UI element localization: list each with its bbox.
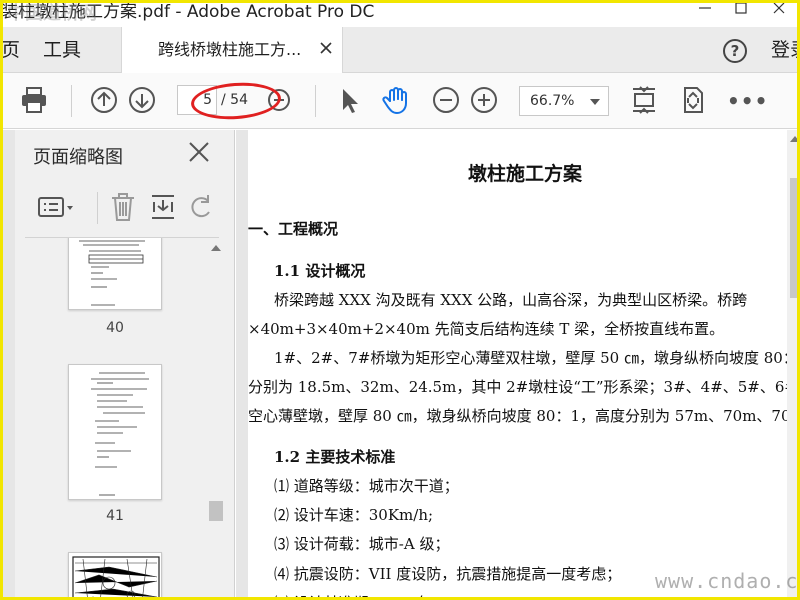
sign-in-link[interactable]: 登录 (771, 27, 797, 73)
tab-bar: 页 工具 跨线桥墩柱施工方... ? 登录 (3, 27, 797, 74)
subsection-heading: 1.1 设计概况 (274, 262, 366, 280)
scrollbar-thumb[interactable] (790, 178, 797, 298)
paragraph-line: 分别为 18.5m、32m、24.5m，其中 2#墩柱设“工”形系梁；3#、4#… (248, 378, 800, 396)
page-thumbnail-42[interactable] (68, 552, 162, 597)
tab-document[interactable]: 跨线桥墩柱施工方... (121, 27, 343, 74)
subsection-heading: 1.2 主要技术标准 (274, 448, 396, 466)
pane-title: 页面缩略图 (33, 147, 123, 168)
zoom-select[interactable]: 66.7% (519, 86, 609, 116)
print-icon[interactable] (19, 85, 49, 115)
watermark-bottom: www.cndao.com (655, 569, 799, 593)
document-page: 墩柱施工方案 一、工程概况 1.1 设计概况 桥梁跨越 XXX 沟及既有 XXX… (248, 130, 800, 597)
zoom-value: 66.7% (530, 93, 575, 109)
thumbnail-scrollbar[interactable] (208, 245, 223, 597)
pane-strip (3, 130, 15, 597)
document-viewer: 墩柱施工方案 一、工程概况 1.1 设计概况 桥梁跨越 XXX 沟及既有 XXX… (236, 130, 800, 597)
paragraph-line: 桥梁跨越 XXX 沟及既有 XXX 公路，山高谷深，为典型山区桥梁。桥跨 (274, 291, 748, 309)
minimize-icon (699, 7, 711, 9)
help-icon[interactable]: ? (723, 39, 747, 63)
delete-page-icon[interactable] (109, 192, 137, 226)
close-icon (773, 3, 785, 14)
more-tools-icon[interactable]: ••• (727, 89, 768, 113)
select-cursor-icon[interactable] (335, 85, 365, 115)
paragraph-line: ×40m+3×40m+2×40m 先简支后结构连续 T 梁，全桥按直线布置。 (248, 320, 725, 338)
thumbnail-page-number: 41 (106, 508, 124, 524)
tab-home[interactable]: 页 (3, 27, 25, 73)
close-window-button[interactable] (763, 3, 795, 23)
title-bar: 装柱墩柱施工方案.pdf - Adobe Acrobat Pro DC 中国道桥… (3, 3, 797, 27)
toolbar: 5 / 54 66.7% ••• (3, 73, 797, 129)
page-thumbnail-40[interactable] (68, 238, 162, 310)
close-pane-icon[interactable] (187, 140, 211, 169)
document-title: 墩柱施工方案 (468, 163, 583, 185)
options-menu-icon[interactable] (37, 194, 77, 226)
extract-page-icon[interactable] (149, 192, 177, 226)
watermark-top: 中国道桥网 (7, 3, 97, 24)
zoom-out-icon[interactable] (431, 85, 461, 115)
scrollbar-thumb[interactable] (209, 501, 223, 521)
pane-divider (97, 192, 98, 224)
scroll-up-icon[interactable] (211, 245, 221, 251)
next-page-icon[interactable] (127, 85, 157, 115)
maximize-button[interactable] (725, 3, 757, 23)
hand-tool-icon[interactable] (381, 85, 411, 115)
paragraph-line: 空心薄壁墩，壁厚 80 ㎝，墩身纵桥向坡度 80：1，高度分别为 57m、70m… (248, 407, 800, 425)
tab-tools[interactable]: 工具 (43, 27, 81, 73)
tab-document-label: 跨线桥墩柱施工方... (158, 40, 302, 59)
app-window: 装柱墩柱施工方案.pdf - Adobe Acrobat Pro DC 中国道桥… (0, 0, 800, 600)
list-item: ⑴ 道路等级：城市次干道； (274, 477, 459, 495)
toolbar-divider (315, 85, 316, 117)
toolbar-divider (71, 85, 72, 117)
section-heading: 一、工程概况 (248, 220, 339, 238)
minimize-button[interactable] (689, 3, 721, 23)
list-item: ⑵ 设计车速：30Km/h; (274, 506, 434, 524)
page-thumbnail-41[interactable] (68, 364, 162, 500)
list-item: ⑶ 设计荷载：城市-A 级； (274, 535, 450, 553)
maximize-icon (735, 3, 747, 14)
document-scrollbar[interactable] (787, 130, 797, 597)
full-screen-icon[interactable] (677, 85, 707, 115)
paragraph-line: 1#、2#、7#桥墩为矩形空心薄壁双柱墩，壁厚 50 ㎝，墩身纵桥向坡度 80：… (274, 349, 800, 367)
chevron-down-icon (590, 99, 600, 105)
thumbnail-list: 40 41 (15, 238, 205, 597)
zoom-in-icon[interactable] (469, 85, 499, 115)
list-item: ⑷ 抗震设防：VII 度设防，抗震措施提高一度考虑； (274, 565, 622, 583)
list-item: ⑸ 设计基准期：100 年 (274, 592, 432, 597)
tab-close-icon[interactable] (318, 41, 334, 57)
previous-page-icon[interactable] (89, 85, 119, 115)
rotate-page-icon[interactable] (187, 192, 217, 226)
thumbnail-page-number: 40 (106, 320, 124, 336)
page-thumbnails-pane: 页面缩略图 40 41 (3, 130, 235, 597)
fit-page-icon[interactable] (629, 85, 659, 115)
pane-toolbar (15, 182, 223, 238)
scroll-up-icon[interactable] (790, 136, 797, 142)
